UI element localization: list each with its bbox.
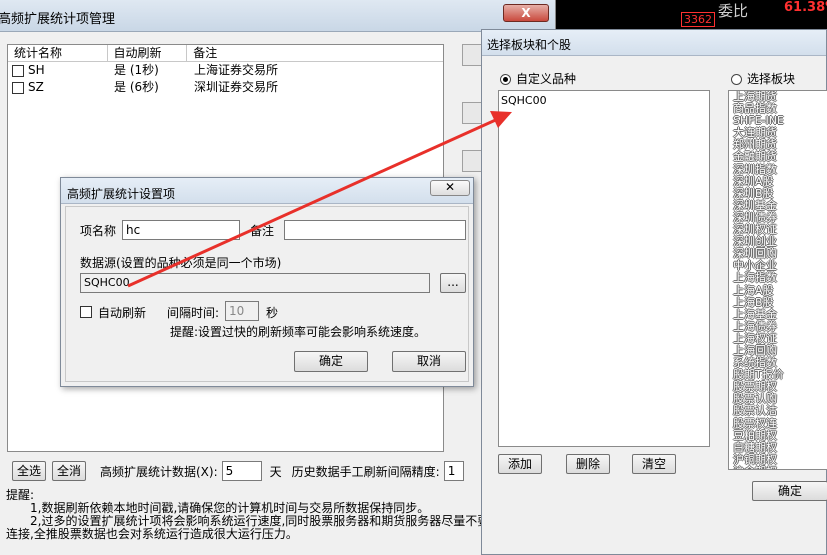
close-button[interactable]: X — [503, 4, 549, 22]
list-header: 统计名称 自动刷新 备注 — [8, 45, 443, 62]
board-item[interactable]: 上海指数 — [729, 272, 827, 284]
warning-text: 提醒:设置过快的刷新频率可能会影响系统速度。 — [170, 325, 427, 339]
note-input[interactable] — [284, 220, 466, 240]
side-button-2[interactable] — [462, 102, 482, 124]
day-unit: 天 — [269, 464, 282, 479]
data-count-input[interactable]: 5 — [221, 461, 262, 481]
select-all-button[interactable]: 全选 — [12, 461, 46, 481]
row-checkbox[interactable] — [12, 81, 24, 94]
data-count-label: 高频扩展统计数据(X): — [100, 464, 218, 479]
interval-label: 间隔时间: — [167, 306, 220, 320]
ratio-value: 61.38% — [784, 0, 827, 15]
board-list[interactable]: 上海期货 商品指数 SHFE-INE 大连期货 郑州期货 金融期货 深圳指数 深圳A股 深圳B股… — [728, 90, 827, 470]
board-item[interactable]: 股票认沽 — [729, 405, 827, 417]
board-item[interactable]: 深圳A股 — [729, 175, 827, 188]
column-header-note[interactable]: 备注 — [187, 45, 443, 61]
board-radio-label: 选择板块 — [747, 72, 796, 86]
tips-block: 提醒: 1,数据刷新依赖本地时间戳,请确保您的计算机时间与交易所数据保持同步。 … — [6, 489, 556, 541]
add-button[interactable]: 添加 — [498, 454, 542, 474]
name-label: 项名称 — [80, 224, 117, 238]
window-titlebar: 高频扩展统计项管理 X — [0, 0, 555, 32]
column-header-name[interactable]: 统计名称 — [8, 45, 108, 61]
side-button-1[interactable] — [462, 44, 482, 66]
interval-input[interactable]: 1 — [443, 461, 464, 481]
tip-3: 连接,全推股票数据也会对系统运行造成很大运行压力。 — [6, 527, 298, 541]
custom-radio-label: 自定义品种 — [516, 72, 577, 86]
row-note: 上海证券交易所 — [194, 63, 279, 77]
window-title: 高频扩展统计项管理 — [0, 12, 116, 27]
radio-selected-icon[interactable] — [500, 74, 511, 85]
board-item[interactable]: 豆粕期权 — [729, 429, 827, 442]
custom-code-list[interactable]: SQHC00 — [498, 90, 710, 447]
row-refresh: 是 (6秒) — [114, 80, 159, 94]
settings-dialog: 高频扩展统计设置项 ✕ 项名称 hc 备注 数据源(设置的品种必须是同一个市场)… — [60, 177, 474, 387]
interval-label: 历史数据手工刷新间隔精度: — [291, 464, 440, 479]
source-label: 数据源(设置的品种必须是同一个市场) — [80, 256, 282, 270]
dialog-title: 高频扩展统计设置项 — [67, 187, 176, 201]
background-ticker: 委比 61.38% 3362 — [556, 0, 827, 30]
name-input[interactable]: hc — [122, 220, 240, 240]
list-item[interactable]: SQHC00 — [501, 94, 707, 107]
row-note: 深圳证券交易所 — [194, 80, 279, 94]
dialog-body: 项名称 hc 备注 数据源(设置的品种必须是同一个市场) SQHC00 ... … — [65, 206, 469, 382]
board-item[interactable]: 上海B股 — [729, 296, 827, 309]
row-name: SH — [28, 63, 45, 77]
side-button-3[interactable] — [462, 150, 482, 172]
price-tag: 3362 — [681, 12, 715, 27]
clear-button[interactable]: 清空 — [632, 454, 676, 474]
table-row[interactable]: SH 是 (1秒) 上海证券交易所 — [8, 62, 443, 79]
auto-refresh-checkbox[interactable] — [80, 306, 92, 318]
board-item[interactable]: 上海A股 — [729, 284, 827, 297]
auto-refresh-label: 自动刷新 — [98, 306, 147, 320]
ok-button[interactable]: 确定 — [294, 351, 368, 372]
bottom-toolbar: 全选 全消 高频扩展统计数据(X): 5 天 历史数据手工刷新间隔精度: 1 — [12, 460, 482, 482]
ok-button[interactable]: 确定 — [752, 481, 827, 501]
dialog-title: 选择板块和个股 — [487, 38, 572, 52]
source-input[interactable]: SQHC00 — [80, 273, 430, 293]
browse-button[interactable]: ... — [440, 273, 466, 293]
row-checkbox[interactable] — [12, 64, 24, 77]
board-item[interactable]: 深圳指数 — [729, 163, 827, 176]
radio-unselected-icon[interactable] — [731, 74, 742, 85]
table-row[interactable]: SZ 是 (6秒) 深圳证券交易所 — [8, 79, 443, 96]
board-item[interactable]: 金融期货 — [729, 151, 827, 163]
board-item[interactable]: 上海基金 — [729, 308, 827, 321]
delete-button[interactable]: 删除 — [566, 454, 610, 474]
second-unit: 秒 — [266, 306, 279, 320]
custom-radio-option[interactable]: 自定义品种 — [500, 70, 576, 87]
dialog-titlebar: 高频扩展统计设置项 ✕ — [61, 178, 473, 204]
ratio-label: 委比 — [718, 2, 749, 20]
row-name: SZ — [28, 80, 44, 94]
select-board-dialog: 选择板块和个股 自定义品种 选择板块 SQHC00 上海期货 商品指数 SHFE-I… — [481, 29, 827, 555]
column-header-refresh[interactable]: 自动刷新 — [108, 45, 188, 61]
board-item[interactable]: 股票权连 — [729, 417, 827, 430]
board-item[interactable]: 白糖期权 — [729, 441, 827, 454]
close-button[interactable]: ✕ — [430, 180, 470, 196]
board-radio-option[interactable]: 选择板块 — [731, 70, 795, 87]
row-refresh: 是 (1秒) — [114, 63, 159, 77]
deselect-all-button[interactable]: 全消 — [52, 461, 86, 481]
cancel-button[interactable]: 取消 — [392, 351, 466, 372]
board-item[interactable]: 沪金期权 — [729, 465, 827, 469]
interval-input[interactable]: 10 — [225, 301, 259, 321]
dialog-titlebar: 选择板块和个股 — [482, 30, 826, 56]
note-label: 备注 — [250, 224, 275, 238]
